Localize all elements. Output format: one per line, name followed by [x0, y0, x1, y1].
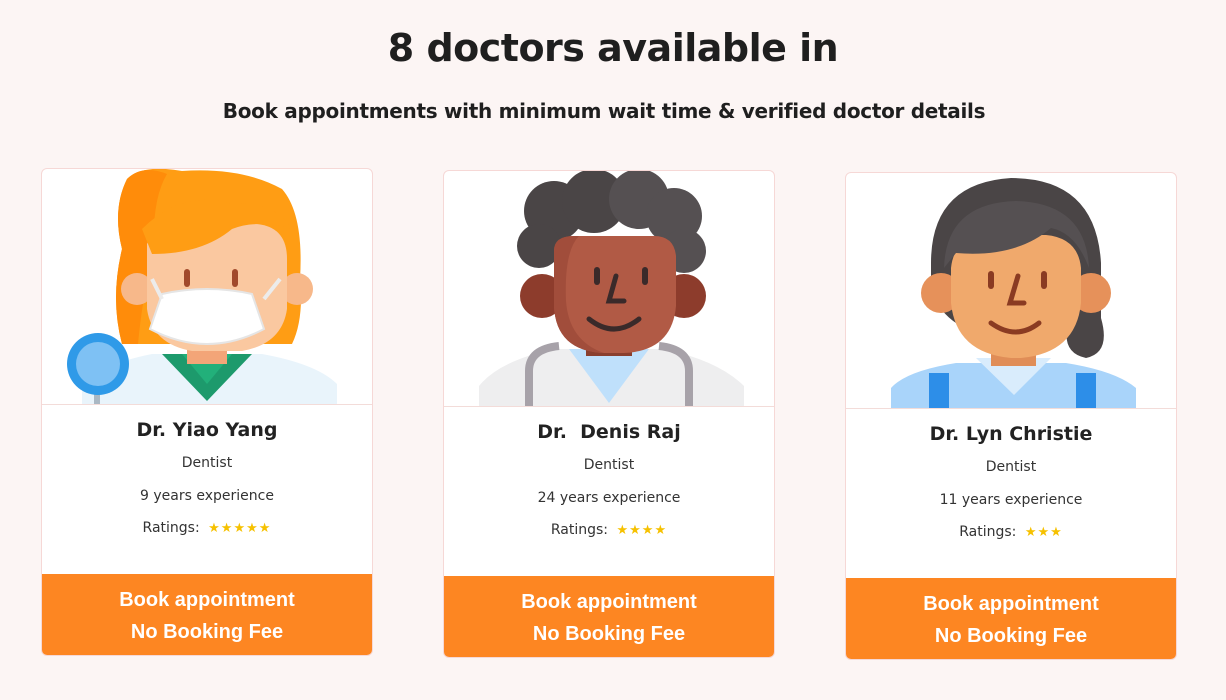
no-booking-fee-label: No Booking Fee	[532, 622, 686, 645]
star-rating-icon: ★★★	[1024, 525, 1063, 540]
doctor-name: Dr. Yiao Yang	[136, 419, 278, 441]
card-divider	[42, 404, 372, 405]
book-appointment-label: Book appointment	[521, 590, 697, 613]
book-appointment-button[interactable]: Book appointment No Booking Fee	[846, 578, 1176, 659]
doctor-experience: 9 years experience	[140, 488, 274, 504]
doctor-experience: 24 years experience	[537, 490, 681, 506]
book-appointment-button[interactable]: Book appointment No Booking Fee	[444, 576, 774, 657]
book-appointment-label: Book appointment	[119, 588, 295, 611]
doctor-name: Dr. Denis Raj	[537, 421, 681, 443]
doctor-ratings: Ratings: ★★★★★	[42, 520, 372, 536]
star-rating-icon: ★★★★	[616, 523, 668, 538]
page-title: 8 doctors available in	[387, 26, 839, 70]
ratings-label: Ratings:	[142, 520, 200, 536]
doctor-specialty: Dentist	[985, 459, 1037, 475]
doctor-ratings: Ratings: ★★★★	[444, 522, 774, 538]
doctor-card: Dr. Yiao Yang Dentist 9 years experience…	[41, 168, 373, 656]
female-doctor-mask-icon	[42, 169, 372, 404]
star-rating-icon: ★★★★★	[208, 521, 272, 536]
doctor-specialty: Dentist	[181, 455, 233, 471]
doctor-name: Dr. Lyn Christie	[929, 423, 1093, 445]
doctor-experience: 11 years experience	[939, 492, 1083, 508]
book-appointment-label: Book appointment	[923, 592, 1099, 615]
card-divider	[444, 406, 774, 407]
ratings-label: Ratings:	[959, 524, 1017, 540]
male-doctor-stethoscope-icon	[444, 171, 774, 406]
no-booking-fee-label: No Booking Fee	[934, 624, 1088, 647]
card-divider	[846, 408, 1176, 409]
no-booking-fee-label: No Booking Fee	[130, 620, 284, 643]
doctor-card: Dr. Lyn Christie Dentist 11 years experi…	[845, 172, 1177, 660]
doctor-ratings: Ratings: ★★★	[846, 524, 1176, 540]
ratings-label: Ratings:	[550, 522, 609, 538]
page-subtitle: Book appointments with minimum wait time…	[222, 99, 986, 123]
female-doctor-icon	[846, 173, 1176, 408]
doctor-specialty: Dentist	[583, 457, 635, 473]
book-appointment-button[interactable]: Book appointment No Booking Fee	[42, 574, 372, 655]
doctor-card: Dr. Denis Raj Dentist 24 years experienc…	[443, 170, 775, 658]
